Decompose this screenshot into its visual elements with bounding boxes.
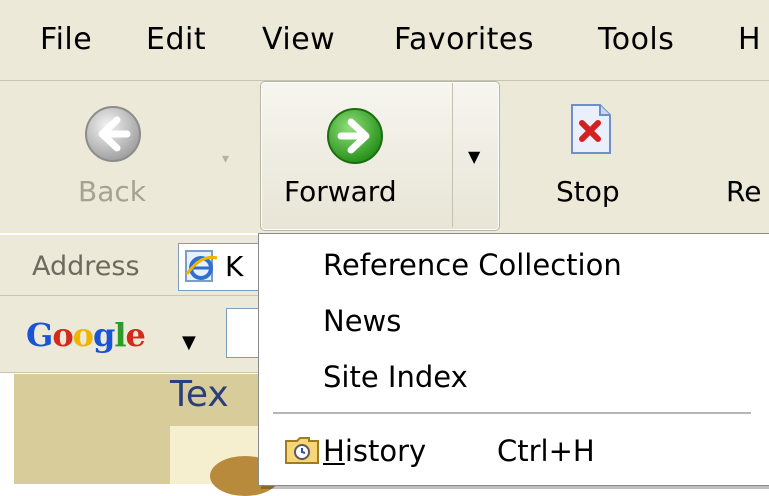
google-logo[interactable]: Google [26, 316, 146, 354]
forward-button[interactable]: Forward [262, 81, 452, 229]
refresh-label[interactable]: Re [726, 175, 761, 208]
menu-file[interactable]: File [40, 22, 92, 57]
dropdown-item-reference-collection[interactable]: Reference Collection [323, 248, 622, 282]
menu-view[interactable]: View [262, 22, 335, 57]
address-value: K [225, 250, 244, 283]
stop-button[interactable]: Stop [546, 81, 656, 229]
forward-arrow-icon [326, 107, 384, 165]
ie-page-icon [183, 248, 219, 284]
forward-dropdown-arrow-icon[interactable]: ▼ [468, 147, 480, 166]
page-title: Tex [170, 374, 229, 415]
menu-tools[interactable]: Tools [598, 22, 674, 57]
back-dropdown-arrow-icon[interactable]: ▾ [222, 151, 229, 167]
menu-edit[interactable]: Edit [146, 22, 206, 57]
dropdown-item-history[interactable]: History [323, 434, 426, 468]
address-label: Address [32, 251, 140, 282]
google-menu-arrow-icon[interactable]: ▼ [182, 332, 196, 353]
dropdown-item-site-index[interactable]: Site Index [323, 360, 468, 394]
menu-bar: File Edit View Favorites Tools H [0, 0, 769, 81]
back-button[interactable]: Back [60, 81, 180, 229]
stop-icon [570, 103, 612, 155]
history-access-key: H [323, 434, 345, 468]
history-folder-icon [285, 436, 319, 464]
stop-label: Stop [556, 175, 620, 208]
dropdown-item-news[interactable]: News [323, 304, 401, 338]
standard-toolbar: Back ▾ Forward ▼ Stop Re [0, 81, 769, 235]
back-label: Back [78, 175, 146, 208]
dropdown-separator [273, 412, 751, 414]
history-label: istory [344, 434, 427, 468]
menu-help[interactable]: H [738, 22, 761, 57]
forward-split-divider [452, 83, 453, 227]
history-shortcut: Ctrl+H [497, 434, 595, 468]
forward-history-dropdown: Reference Collection News Site Index His… [258, 233, 769, 486]
menu-favorites[interactable]: Favorites [394, 22, 534, 57]
back-arrow-icon [84, 105, 142, 163]
forward-label: Forward [284, 175, 397, 208]
